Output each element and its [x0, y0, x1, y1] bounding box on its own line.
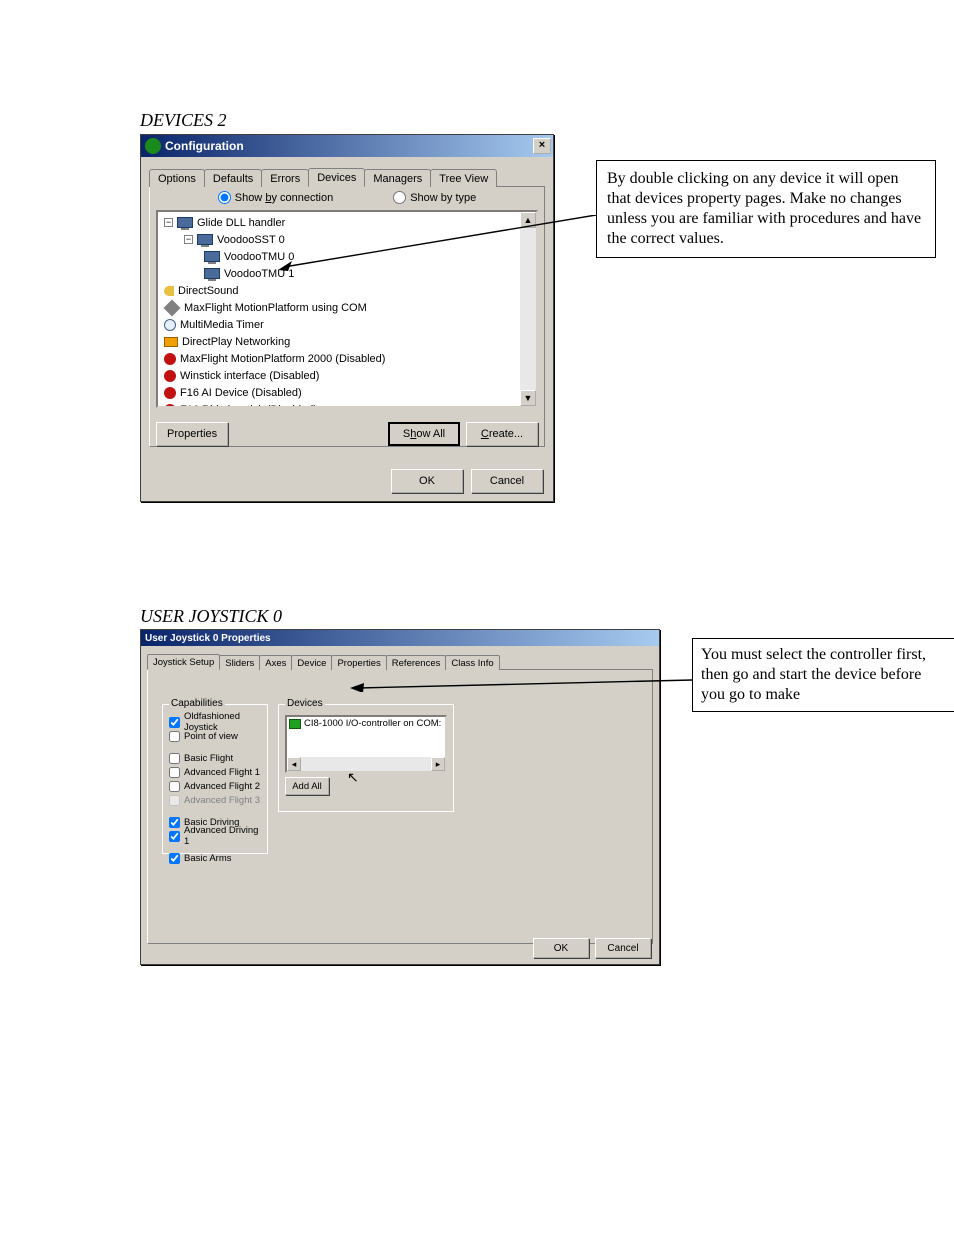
scroll-down-icon[interactable]: ▼ — [520, 390, 536, 406]
devices-list[interactable]: CI8-1000 I/O-controller on COM: ◂ ▸ — [285, 715, 447, 773]
tree-item-f16ride[interactable]: F16 Ride joystick (Disabled) — [180, 404, 317, 409]
tab-joystick-setup[interactable]: Joystick Setup — [147, 654, 220, 670]
tabstrip: Joystick Setup Sliders Axes Device Prope… — [147, 652, 653, 670]
cb-basic-flight[interactable] — [169, 753, 180, 764]
ok-button[interactable]: OK — [391, 469, 463, 493]
tree-item-mmtimer[interactable]: MultiMedia Timer — [180, 319, 264, 331]
ok-button[interactable]: OK — [533, 938, 589, 958]
cb-adv-flight1[interactable] — [169, 767, 180, 778]
tab-defaults[interactable]: Defaults — [204, 169, 262, 187]
monitor-icon — [177, 217, 193, 228]
monitor-icon — [204, 251, 220, 262]
tree-item-voodootmu0[interactable]: VoodooTMU 0 — [224, 251, 294, 263]
scroll-right-icon[interactable]: ▸ — [431, 757, 445, 771]
devices-group: Devices CI8-1000 I/O-controller on COM: … — [278, 704, 454, 812]
close-button[interactable]: × — [533, 138, 551, 154]
monitor-icon — [197, 234, 213, 245]
tab-properties[interactable]: Properties — [331, 655, 386, 670]
cb-basic-flight-label: Basic Flight — [184, 753, 233, 764]
heading-devices2: DEVICES 2 — [140, 110, 226, 131]
tree-item-voodootmu1[interactable]: VoodooTMU 1 — [224, 268, 294, 280]
cb-adv-driving1-label: Advanced Driving 1 — [184, 825, 261, 847]
tree-item-glide[interactable]: Glide DLL handler — [197, 217, 285, 229]
cb-pov-label: Point of view — [184, 731, 238, 742]
capabilities-group: Capabilities Oldfashioned Joystick Point… — [162, 704, 268, 854]
tab-classinfo[interactable]: Class Info — [445, 655, 499, 670]
device-tree[interactable]: Glide DLL handler VoodooSST 0 VoodooTMU … — [156, 210, 538, 408]
tree-item-mf2000[interactable]: MaxFlight MotionPlatform 2000 (Disabled) — [180, 353, 385, 365]
radio-by-connection-input[interactable] — [218, 191, 231, 204]
radio-by-type-label: Show by type — [410, 192, 476, 204]
tree-item-winstick[interactable]: Winstick interface (Disabled) — [180, 370, 319, 382]
tab-options[interactable]: Options — [149, 169, 205, 187]
horizontal-scrollbar[interactable]: ◂ ▸ — [287, 757, 445, 771]
radio-show-by-type[interactable]: Show by type — [393, 191, 476, 204]
joystick-properties-dialog: User Joystick 0 Properties Joystick Setu… — [140, 629, 660, 965]
window-title: Configuration — [165, 139, 244, 153]
callout-devices: By double clicking on any device it will… — [596, 160, 936, 258]
cb-basic-arms-label: Basic Arms — [184, 853, 232, 864]
scroll-left-icon[interactable]: ◂ — [287, 757, 301, 771]
cb-basic-arms[interactable] — [169, 853, 180, 864]
device-entry-label: CI8-1000 I/O-controller on COM: — [304, 718, 441, 729]
radio-show-by-connection[interactable]: Show by connection — [218, 191, 333, 204]
configuration-dialog: Configuration × Options Defaults Errors … — [140, 134, 554, 502]
disabled-icon — [164, 387, 176, 399]
tab-axes[interactable]: Axes — [259, 655, 292, 670]
cb-adv-flight2-label: Advanced Flight 2 — [184, 781, 260, 792]
cb-adv-flight3-label: Advanced Flight 3 — [184, 795, 260, 806]
cb-adv-flight2[interactable] — [169, 781, 180, 792]
tab-errors[interactable]: Errors — [261, 169, 309, 187]
tab-device[interactable]: Device — [291, 655, 332, 670]
cb-basic-driving[interactable] — [169, 817, 180, 828]
window-title: User Joystick 0 Properties — [145, 633, 271, 644]
cb-oldfashioned[interactable] — [169, 717, 180, 728]
cb-pov[interactable] — [169, 731, 180, 742]
cancel-button[interactable]: Cancel — [595, 938, 651, 958]
network-icon — [164, 337, 178, 347]
tree-item-mfcom[interactable]: MaxFlight MotionPlatform using COM — [184, 302, 367, 314]
capabilities-legend: Capabilities — [169, 698, 225, 709]
disabled-icon — [164, 370, 176, 382]
show-all-button[interactable]: Show All — [388, 422, 460, 446]
cancel-button[interactable]: Cancel — [471, 469, 543, 493]
scroll-up-icon[interactable]: ▲ — [520, 212, 536, 228]
monitor-icon — [204, 268, 220, 279]
expander-icon[interactable] — [164, 218, 173, 227]
cb-adv-driving1[interactable] — [169, 831, 180, 842]
speaker-icon — [164, 286, 174, 296]
tabstrip: Options Defaults Errors Devices Managers… — [149, 165, 545, 187]
disabled-icon — [164, 404, 176, 409]
timer-icon — [164, 319, 176, 331]
diamond-icon — [164, 299, 181, 316]
app-icon — [145, 138, 161, 154]
devices-legend: Devices — [285, 698, 325, 709]
tree-item-voodoosst0[interactable]: VoodooSST 0 — [217, 234, 285, 246]
add-all-button[interactable]: Add All — [285, 777, 329, 795]
properties-button[interactable]: Properties — [156, 422, 228, 446]
titlebar[interactable]: User Joystick 0 Properties — [141, 630, 659, 646]
create-button[interactable]: Create... — [466, 422, 538, 446]
tree-item-directplay[interactable]: DirectPlay Networking — [182, 336, 290, 348]
controller-icon — [289, 719, 301, 729]
tab-sliders[interactable]: Sliders — [219, 655, 260, 670]
radio-by-connection-label: Show by connection — [235, 192, 333, 204]
expander-icon[interactable] — [184, 235, 193, 244]
callout-joystick: You must select the controller first, th… — [692, 638, 954, 712]
tab-references[interactable]: References — [386, 655, 447, 670]
cb-adv-flight3 — [169, 795, 180, 806]
cursor-icon: ↖ — [347, 769, 359, 786]
tab-managers[interactable]: Managers — [364, 169, 431, 187]
tab-devices[interactable]: Devices — [308, 168, 365, 187]
tab-treeview[interactable]: Tree View — [430, 169, 497, 187]
radio-by-type-input[interactable] — [393, 191, 406, 204]
heading-joystick: USER JOYSTICK 0 — [140, 606, 282, 627]
tree-item-directsound[interactable]: DirectSound — [178, 285, 239, 297]
disabled-icon — [164, 353, 176, 365]
device-row[interactable]: CI8-1000 I/O-controller on COM: — [287, 717, 445, 730]
cb-adv-flight1-label: Advanced Flight 1 — [184, 767, 260, 778]
tree-item-f16ai[interactable]: F16 AI Device (Disabled) — [180, 387, 302, 399]
vertical-scrollbar[interactable]: ▲ ▼ — [520, 212, 536, 406]
titlebar[interactable]: Configuration × — [141, 135, 553, 157]
